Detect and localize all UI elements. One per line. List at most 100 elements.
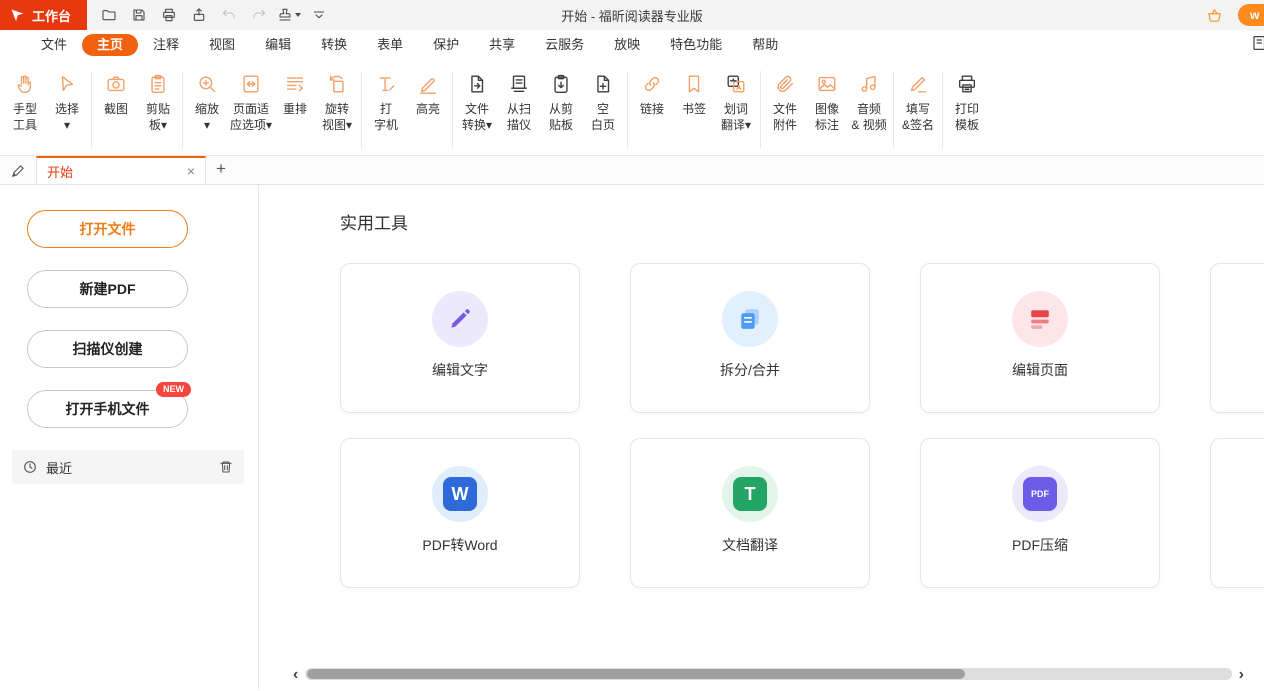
- ribbon-item-label: 打 字机: [374, 102, 398, 133]
- ribbon-page-fit[interactable]: 页面适 应选项▾: [228, 71, 274, 133]
- menu-cloud[interactable]: 云服务: [530, 34, 599, 56]
- ribbon-item-label: 填写 &签名: [902, 102, 934, 133]
- tool-card-edit-text[interactable]: 编辑文字: [340, 263, 580, 413]
- card-label: 拆分/合并: [720, 360, 780, 380]
- menu-view[interactable]: 视图: [194, 34, 250, 56]
- ribbon-reflow[interactable]: 重排: [274, 71, 316, 118]
- attachment-icon: [774, 71, 796, 97]
- ribbon-fill-sign[interactable]: 填写 &签名: [897, 71, 939, 133]
- ribbon-select[interactable]: 选择 ▾: [46, 71, 88, 133]
- ribbon-item-label: 缩放 ▾: [195, 102, 219, 133]
- menu-slideshow[interactable]: 放映: [599, 34, 655, 56]
- ribbon-translate[interactable]: 划词 翻译▾: [715, 71, 757, 133]
- ribbon-file-convert[interactable]: 文件 转换▾: [456, 71, 498, 133]
- tool-card-edit-pages[interactable]: 编辑页面: [920, 263, 1160, 413]
- ribbon-snapshot[interactable]: 截图: [95, 71, 137, 118]
- ribbon-highlight[interactable]: 高亮: [407, 71, 449, 118]
- scrollbar-thumb[interactable]: [307, 669, 965, 679]
- tool-card-partial[interactable]: [1210, 438, 1264, 588]
- menu-help[interactable]: 帮助: [737, 34, 793, 56]
- start-page-icon[interactable]: [0, 156, 36, 184]
- redo-icon[interactable]: [247, 3, 271, 27]
- pdf-compress-icon: PDF: [1012, 466, 1068, 522]
- word-glyph: W: [443, 477, 477, 511]
- titlebar-right: w: [1202, 3, 1264, 27]
- stamp-tool-icon[interactable]: [277, 3, 301, 27]
- save-icon[interactable]: [127, 3, 151, 27]
- ribbon-item-label: 文件 转换▾: [462, 102, 492, 133]
- ribbon-zoom[interactable]: 缩放 ▾: [186, 71, 228, 133]
- menu-share[interactable]: 共享: [474, 34, 530, 56]
- ribbon-file-attachment[interactable]: 文件 附件: [764, 71, 806, 133]
- fill-sign-icon: [907, 71, 929, 97]
- edit-pages-icon: [1012, 291, 1068, 347]
- ribbon-separator: [452, 71, 453, 149]
- ribbon-item-label: 文件 附件: [773, 102, 797, 133]
- ribbon-separator: [942, 71, 943, 149]
- ribbon-hand-tool[interactable]: 手型 工具: [4, 71, 46, 133]
- menu-file[interactable]: 文件: [26, 34, 82, 56]
- tool-card-split-merge[interactable]: 拆分/合并: [630, 263, 870, 413]
- new-tab-button[interactable]: +: [206, 159, 236, 184]
- horizontal-scrollbar[interactable]: ‹ ›: [293, 667, 1244, 681]
- select-cursor-icon: [56, 71, 78, 97]
- ribbon-item-label: 手型 工具: [13, 102, 37, 133]
- file-convert-icon: [466, 71, 488, 97]
- menu-features[interactable]: 特色功能: [655, 34, 737, 56]
- open-mobile-file-button[interactable]: 打开手机文件 NEW: [27, 390, 188, 428]
- ribbon-item-label: 书签: [682, 102, 706, 118]
- tool-card-pdf-to-word[interactable]: W PDF转Word: [340, 438, 580, 588]
- close-icon[interactable]: ×: [187, 164, 195, 178]
- ribbon-bookmark[interactable]: 书签: [673, 71, 715, 118]
- section-title: 实用工具: [340, 209, 408, 234]
- zoom-magnifier-icon: [196, 71, 218, 97]
- print-icon[interactable]: [157, 3, 181, 27]
- translate-icon: [725, 71, 747, 97]
- ribbon-clipboard[interactable]: 剪贴 板▾: [137, 71, 179, 133]
- open-folder-icon[interactable]: [97, 3, 121, 27]
- recent-files-row[interactable]: 最近: [12, 450, 244, 484]
- tool-card-pdf-compress[interactable]: PDF PDF压缩: [920, 438, 1160, 588]
- promo-basket-icon[interactable]: [1202, 3, 1226, 27]
- menu-protect[interactable]: 保护: [418, 34, 474, 56]
- menu-form[interactable]: 表单: [362, 34, 418, 56]
- ribbon-print-template[interactable]: 打印 模板: [946, 71, 988, 133]
- ribbon-link[interactable]: 链接: [631, 71, 673, 118]
- workspace-button[interactable]: 工作台: [0, 0, 87, 30]
- content-area: 打开文件 新建PDF 扫描仪创建 打开手机文件 NEW 最近 实用工具 编辑文字: [0, 185, 1264, 690]
- scrollbar-track[interactable]: [305, 668, 1231, 680]
- ribbon-separator: [760, 71, 761, 149]
- upgrade-button[interactable]: w: [1238, 4, 1264, 26]
- typewriter-icon: [375, 71, 397, 97]
- side-panel-icon[interactable]: [1251, 34, 1264, 52]
- ribbon-from-scanner[interactable]: 从扫 描仪: [498, 71, 540, 133]
- ribbon-rotate-view[interactable]: 旋转 视图▾: [316, 71, 358, 133]
- menu-edit[interactable]: 编辑: [250, 34, 306, 56]
- scroll-left-icon[interactable]: ‹: [293, 668, 298, 681]
- ribbon-options-icon[interactable]: [307, 3, 331, 27]
- scanner-create-button[interactable]: 扫描仪创建: [27, 330, 188, 368]
- open-file-button[interactable]: 打开文件: [27, 210, 188, 248]
- ribbon-audio-video[interactable]: 音频 & 视频: [848, 71, 890, 133]
- trash-icon[interactable]: [218, 459, 234, 475]
- main-panel: 实用工具 编辑文字 拆分/合并 编辑页面: [259, 185, 1264, 690]
- menu-comment[interactable]: 注释: [138, 34, 194, 56]
- menu-home[interactable]: 主页: [82, 34, 138, 56]
- tool-card-partial[interactable]: [1210, 263, 1264, 413]
- link-icon: [641, 71, 663, 97]
- export-icon[interactable]: [187, 3, 211, 27]
- blank-page-icon: [592, 71, 614, 97]
- ribbon-separator: [361, 71, 362, 149]
- ribbon-from-clipboard[interactable]: 从剪 贴板: [540, 71, 582, 133]
- tool-card-doc-translate[interactable]: T 文档翻译: [630, 438, 870, 588]
- new-pdf-button[interactable]: 新建PDF: [27, 270, 188, 308]
- scroll-right-icon[interactable]: ›: [1239, 668, 1244, 681]
- scanner-icon: [508, 71, 530, 97]
- ribbon-typewriter[interactable]: 打 字机: [365, 71, 407, 133]
- menu-convert[interactable]: 转换: [306, 34, 362, 56]
- undo-icon[interactable]: [217, 3, 241, 27]
- tab-start[interactable]: 开始 ×: [36, 156, 206, 184]
- ribbon-item-label: 剪贴 板▾: [146, 102, 170, 133]
- ribbon-blank-page[interactable]: 空 白页: [582, 71, 624, 133]
- ribbon-image-annotation[interactable]: 图像 标注: [806, 71, 848, 133]
